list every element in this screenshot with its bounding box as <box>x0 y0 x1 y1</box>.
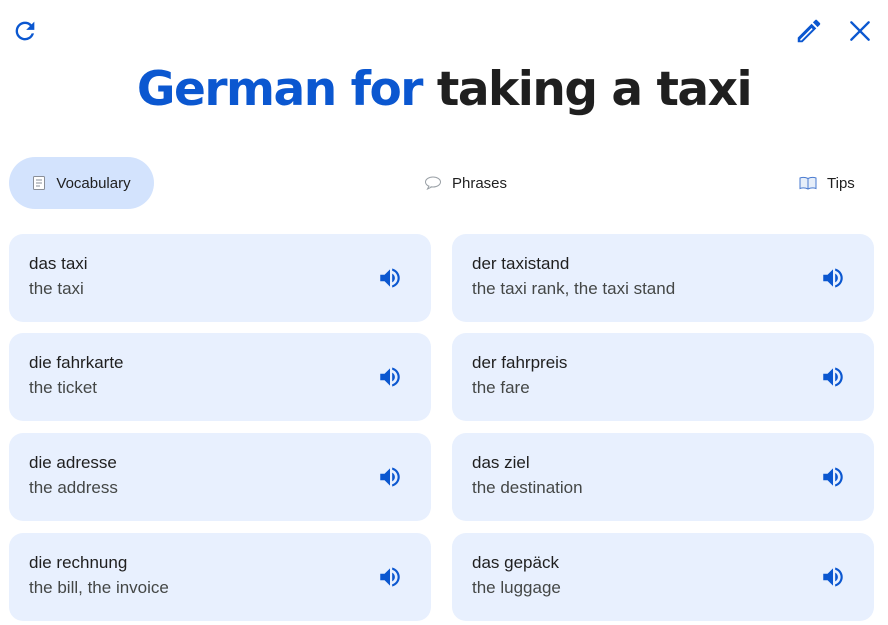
speaker-icon <box>380 268 400 288</box>
close-icon <box>850 21 870 41</box>
play-audio-button[interactable] <box>817 461 849 493</box>
vocab-card: die adresse the address <box>9 433 431 521</box>
title-topic: taking a taxi <box>436 62 753 117</box>
vocab-word: die rechnung <box>29 553 128 572</box>
book-icon <box>799 176 817 190</box>
vocab-word: die adresse <box>29 453 117 472</box>
speaker-icon <box>823 367 843 387</box>
tab-vocabulary-label: Vocabulary <box>56 174 131 192</box>
speaker-icon <box>380 567 400 587</box>
close-button[interactable] <box>843 14 877 48</box>
vocab-card: der taxistand the taxi rank, the taxi st… <box>452 234 874 322</box>
refresh-button[interactable] <box>8 14 42 48</box>
vocab-card: die fahrkarte the ticket <box>9 333 431 421</box>
pencil-icon <box>797 19 821 43</box>
vocab-meaning: the luggage <box>472 578 561 597</box>
vocab-word: das gepäck <box>472 553 559 572</box>
vocab-meaning: the destination <box>472 478 583 497</box>
speaker-icon <box>823 467 843 487</box>
tab-bar: Vocabulary Phrases Tips <box>0 157 888 209</box>
vocab-card: die rechnung the bill, the invoice <box>9 533 431 621</box>
play-audio-button[interactable] <box>817 561 849 593</box>
vocab-card: das taxi the taxi <box>9 234 431 322</box>
edit-button[interactable] <box>792 14 826 48</box>
title-accent: German for <box>136 62 424 117</box>
vocab-word: der taxistand <box>472 254 570 273</box>
speaker-icon <box>823 567 843 587</box>
vocab-word: das taxi <box>29 254 88 273</box>
vocab-word: der fahrpreis <box>472 353 568 372</box>
play-audio-button[interactable] <box>374 461 406 493</box>
vocab-card: der fahrpreis the fare <box>452 333 874 421</box>
page-title: German for taking a taxi <box>0 62 888 117</box>
vocab-meaning: the ticket <box>29 378 98 397</box>
speaker-icon <box>380 367 400 387</box>
tab-vocabulary[interactable]: Vocabulary <box>9 157 154 209</box>
notepad-icon <box>33 176 46 190</box>
play-audio-button[interactable] <box>817 262 849 294</box>
speech-bubble-icon <box>425 176 441 190</box>
tab-tips[interactable]: Tips <box>799 157 855 209</box>
vocab-card: das ziel the destination <box>452 433 874 521</box>
vocab-word: das ziel <box>472 453 530 472</box>
speaker-icon <box>380 467 400 487</box>
vocab-meaning: the taxi rank, the taxi stand <box>472 279 676 298</box>
play-audio-button[interactable] <box>817 361 849 393</box>
vocab-meaning: the taxi <box>29 279 84 298</box>
tab-phrases[interactable]: Phrases <box>424 157 507 209</box>
vocab-word: die fahrkarte <box>29 353 124 372</box>
tab-tips-label: Tips <box>827 174 855 192</box>
vocab-meaning: the fare <box>472 378 530 397</box>
refresh-icon <box>15 21 35 41</box>
play-audio-button[interactable] <box>374 361 406 393</box>
vocab-meaning: the address <box>29 478 118 497</box>
vocab-meaning: the bill, the invoice <box>29 578 169 597</box>
speaker-icon <box>823 268 843 288</box>
vocab-card: das gepäck the luggage <box>452 533 874 621</box>
tab-phrases-label: Phrases <box>452 174 508 192</box>
play-audio-button[interactable] <box>374 561 406 593</box>
play-audio-button[interactable] <box>374 262 406 294</box>
